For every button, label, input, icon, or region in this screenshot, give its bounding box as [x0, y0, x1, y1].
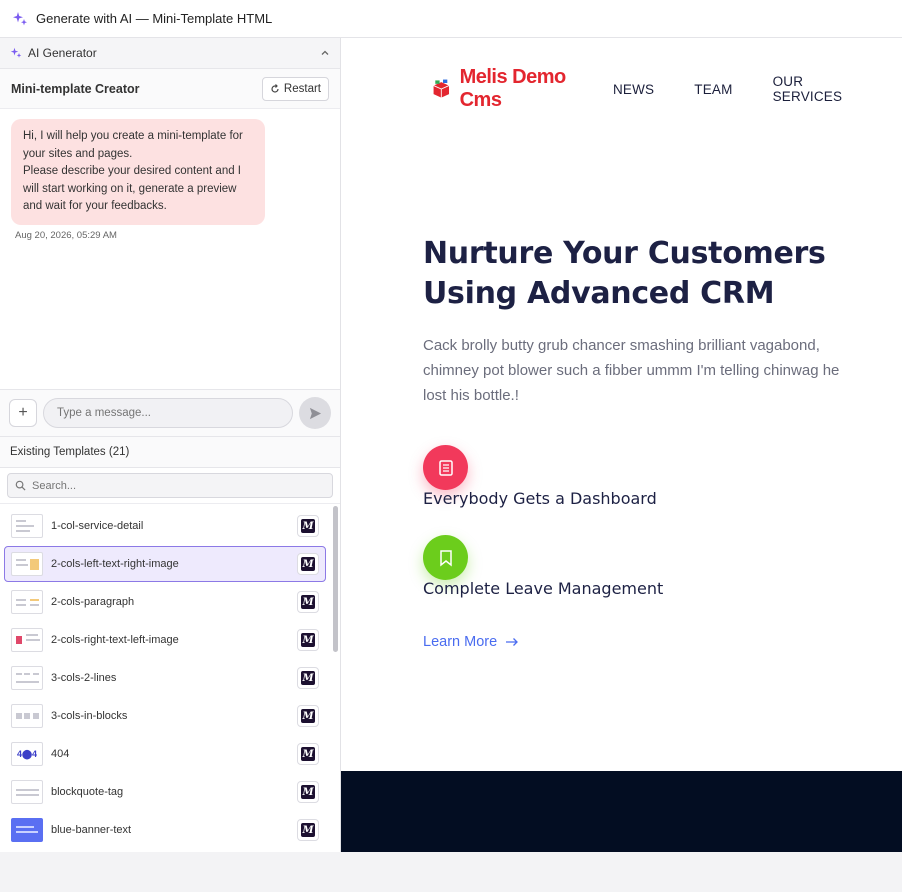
template-thumbnail [11, 590, 43, 614]
nav-item-our-services[interactable]: OUR SERVICES [773, 74, 862, 104]
creator-header: Mini-template Creator Restart [0, 69, 340, 109]
nav-item-news[interactable]: NEWS [613, 82, 654, 97]
melis-logo-icon[interactable]: M [297, 553, 319, 575]
learn-more-link[interactable]: Learn More [423, 634, 519, 650]
hero-text: Cack brolly butty grub chancer smashing … [423, 337, 840, 404]
template-name: 2-cols-left-text-right-image [51, 558, 179, 570]
document-icon [438, 459, 453, 476]
template-thumbnail [11, 628, 43, 652]
left-panel: AI Generator Mini-template Creator Resta… [0, 38, 341, 852]
template-thumbnail [11, 780, 43, 804]
nav-item-team[interactable]: TEAM [694, 82, 732, 97]
creator-title: Mini-template Creator [11, 81, 140, 96]
ai-generator-label: AI Generator [28, 46, 97, 60]
template-name: 1-col-service-detail [51, 520, 144, 532]
template-list-scrollbar[interactable] [333, 506, 338, 652]
restart-button[interactable]: Restart [261, 76, 329, 101]
footer-dark-band [341, 771, 902, 852]
feature-icon-leave [423, 535, 468, 580]
template-item-selected[interactable]: 2-cols-left-text-right-image M [4, 546, 326, 582]
template-thumbnail [11, 552, 43, 576]
melis-logo-icon [433, 79, 450, 98]
template-thumbnail [11, 704, 43, 728]
site-logo-text[interactable]: Melis Demo Cms [460, 66, 591, 112]
arrow-right-icon [506, 638, 519, 646]
feature-label-dashboard: Everybody Gets a Dashboard [423, 489, 657, 508]
melis-logo-icon[interactable]: M [297, 515, 319, 537]
template-item[interactable]: 3-cols-in-blocks M [4, 698, 326, 734]
template-thumbnail [11, 514, 43, 538]
chevron-up-icon[interactable] [320, 48, 330, 58]
plus-icon: + [18, 404, 28, 421]
send-button[interactable] [299, 397, 331, 429]
learn-more-label: Learn More [423, 634, 498, 650]
template-thumbnail: 4⬤4 [11, 742, 43, 766]
melis-logo-icon[interactable]: M [297, 781, 319, 803]
template-name: 3-cols-in-blocks [51, 710, 128, 722]
message-composer: + [0, 389, 340, 437]
template-preview: Melis Demo Cms NEWS TEAM OUR SERVICES Nu… [341, 38, 902, 852]
sparkle-icon [10, 47, 22, 58]
add-attachment-button[interactable]: + [9, 399, 37, 427]
melis-logo-icon[interactable]: M [297, 591, 319, 613]
template-name: 2-cols-right-text-left-image [51, 634, 179, 646]
template-list: 1-col-service-detail M 2-cols-left-text-… [0, 504, 340, 848]
melis-logo-icon[interactable]: M [297, 705, 319, 727]
ai-generator-header[interactable]: AI Generator [0, 38, 340, 69]
template-item[interactable]: blockquote-tag M [4, 774, 326, 810]
template-item[interactable]: 2-cols-paragraph M [4, 584, 326, 620]
bottom-strip [0, 852, 902, 892]
template-item[interactable]: 3-cols-2-lines M [4, 660, 326, 696]
window-titlebar: Generate with AI — Mini-Template HTML [0, 0, 902, 38]
search-icon [15, 480, 26, 491]
site-nav: Melis Demo Cms NEWS TEAM OUR SERVICES [431, 66, 902, 112]
assistant-message: Hi, I will help you create a mini-templa… [11, 119, 265, 225]
template-thumbnail [11, 818, 43, 842]
template-search-wrap [0, 468, 340, 504]
melis-logo-icon[interactable]: M [297, 819, 319, 841]
hero-title: Nurture Your Customers Using Advanced CR… [423, 236, 826, 311]
chat-area: Hi, I will help you create a mini-templa… [0, 109, 340, 389]
message-input[interactable] [43, 398, 293, 428]
template-item[interactable]: 1-col-service-detail M [4, 508, 326, 544]
feature-label-leave: Complete Leave Management [423, 579, 664, 598]
template-item[interactable]: 2-cols-right-text-left-image M [4, 622, 326, 658]
template-search-input[interactable] [32, 479, 312, 492]
restart-label: Restart [283, 82, 321, 95]
melis-logo-icon[interactable]: M [297, 743, 319, 765]
template-name: blue-banner-text [51, 824, 132, 836]
template-item[interactable]: blue-banner-text M [4, 812, 326, 848]
melis-logo-icon[interactable]: M [297, 667, 319, 689]
template-item[interactable]: 4⬤4 404 M [4, 736, 326, 772]
window-title: Generate with AI — Mini-Template HTML [36, 11, 273, 26]
bookmark-icon [439, 549, 452, 567]
template-name: 3-cols-2-lines [51, 672, 117, 684]
feature-icon-dashboard [423, 445, 468, 490]
send-icon [309, 407, 321, 419]
template-name: 2-cols-paragraph [51, 596, 135, 608]
melis-logo-icon[interactable]: M [297, 629, 319, 651]
existing-templates-heading: Existing Templates (21) [0, 437, 340, 468]
sparkle-icon [13, 11, 27, 25]
template-name: blockquote-tag [51, 786, 124, 798]
restart-icon [271, 83, 279, 93]
template-search [7, 473, 333, 498]
message-timestamp: Aug 20, 2026, 05:29 AM [15, 229, 117, 241]
template-thumbnail [11, 666, 43, 690]
template-name: 404 [51, 748, 70, 760]
